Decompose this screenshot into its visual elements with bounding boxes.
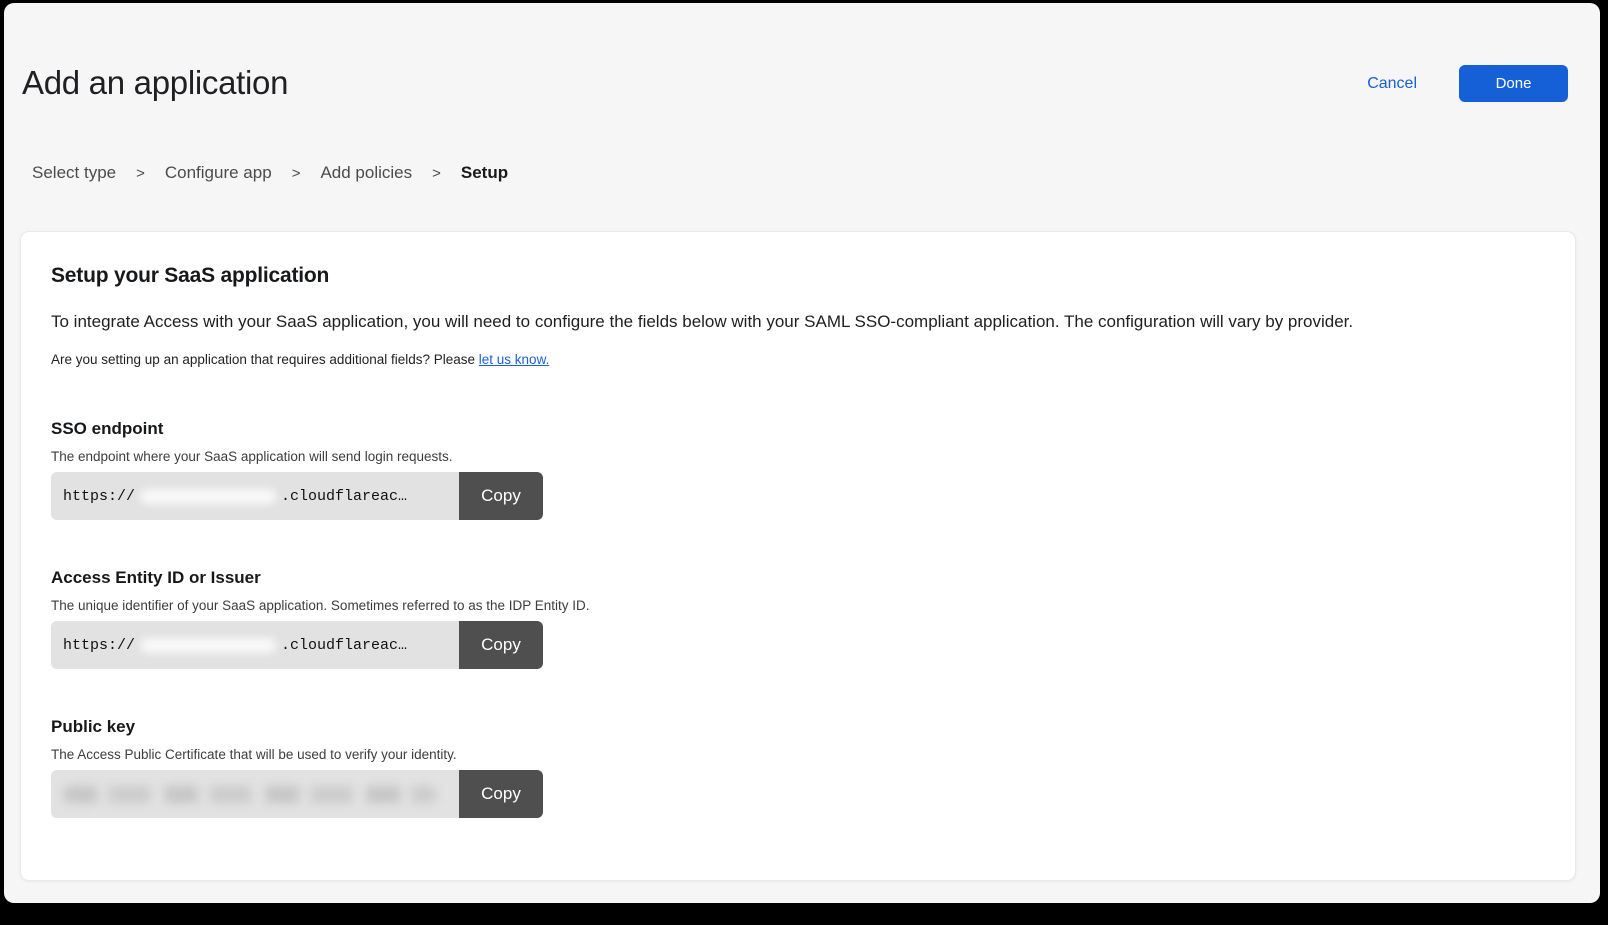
sso-endpoint-description: The endpoint where your SaaS application… [51,449,1545,464]
access-entity-id-label: Access Entity ID or Issuer [51,568,1545,588]
redacted-value-blur [63,786,437,803]
public-key-section: Public key The Access Public Certificate… [51,717,1545,818]
card-intro: To integrate Access with your SaaS appli… [51,310,1545,334]
app-window: Add an application Cancel Done Select ty… [4,3,1600,903]
breadcrumb-separator: > [136,165,145,182]
card-note: Are you setting up an application that r… [51,352,1545,367]
setup-card: Setup your SaaS application To integrate… [20,231,1576,881]
access-entity-id-copy-row: https:// .cloudflareac… Copy [51,621,543,669]
page-header: Add an application Cancel Done [20,3,1576,103]
access-entity-id-description: The unique identifier of your SaaS appli… [51,598,1545,613]
sso-endpoint-section: SSO endpoint The endpoint where your Saa… [51,419,1545,520]
breadcrumb: Select type > Configure app > Add polici… [20,163,1576,183]
value-prefix: https:// [63,488,135,505]
sso-endpoint-copy-row: https:// .cloudflareac… Copy [51,472,543,520]
breadcrumb-item-select-type[interactable]: Select type [32,163,116,183]
let-us-know-link[interactable]: let us know. [479,352,550,367]
sso-endpoint-value: https:// .cloudflareac… [51,472,459,520]
public-key-copy-row: Copy [51,770,543,818]
access-entity-id-section: Access Entity ID or Issuer The unique id… [51,568,1545,669]
card-heading: Setup your SaaS application [51,264,1545,288]
breadcrumb-item-configure-app[interactable]: Configure app [165,163,272,183]
public-key-value [51,770,459,818]
breadcrumb-separator: > [292,165,301,182]
cancel-button[interactable]: Cancel [1367,75,1417,93]
access-entity-id-copy-button[interactable]: Copy [459,621,543,669]
public-key-label: Public key [51,717,1545,737]
breadcrumb-item-setup: Setup [461,163,508,183]
redacted-value-blur [140,638,276,653]
header-actions: Cancel Done [1367,63,1576,102]
breadcrumb-item-add-policies[interactable]: Add policies [320,163,412,183]
breadcrumb-separator: > [432,165,441,182]
page-title: Add an application [20,63,288,103]
value-prefix: https:// [63,637,135,654]
sso-endpoint-label: SSO endpoint [51,419,1545,439]
value-suffix: .cloudflareac… [281,637,407,654]
sso-endpoint-copy-button[interactable]: Copy [459,472,543,520]
access-entity-id-value: https:// .cloudflareac… [51,621,459,669]
card-note-text: Are you setting up an application that r… [51,352,479,367]
public-key-copy-button[interactable]: Copy [459,770,543,818]
public-key-description: The Access Public Certificate that will … [51,747,1545,762]
value-suffix: .cloudflareac… [281,488,407,505]
redacted-value-blur [140,489,276,504]
done-button[interactable]: Done [1459,65,1568,102]
